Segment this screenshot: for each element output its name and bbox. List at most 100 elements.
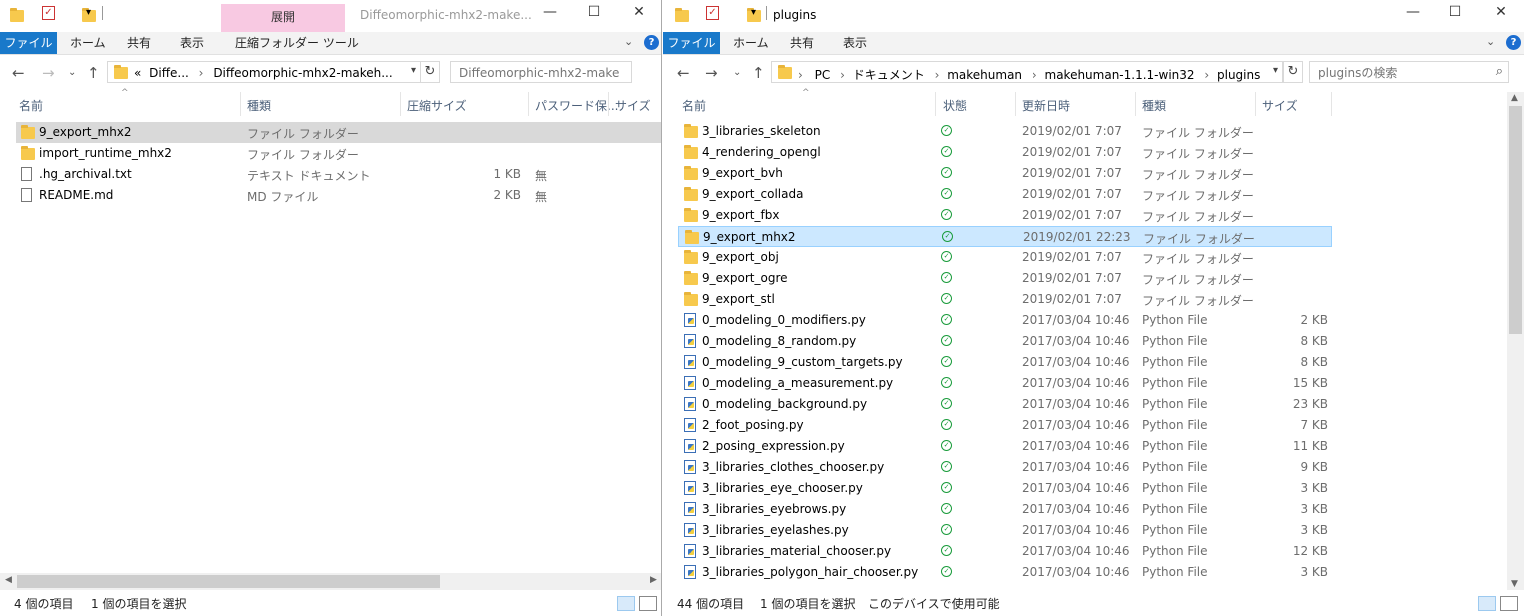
vertical-scrollbar[interactable]: ▲ ▼ [1507,92,1524,590]
list-item[interactable]: 0_modeling_a_measurement.py ✓ 2017/03/04 1… [678,373,1332,394]
breadcrumb-separator-icon[interactable]: › [935,68,940,82]
breadcrumb-separator-icon[interactable]: › [1204,68,1209,82]
minimize-button[interactable]: — [538,4,562,24]
breadcrumb-item[interactable]: ドキュメント [853,68,925,82]
column-divider[interactable] [1331,92,1332,116]
column-name[interactable]: 名前 [19,97,43,114]
column-divider[interactable] [935,92,936,116]
context-tab-extract[interactable]: 展開 [221,4,345,32]
close-button[interactable]: ✕ [627,4,651,24]
list-item[interactable]: 9_export_stl ✓ 2019/02/01 7:07 ファイル フォルダー [678,289,1332,310]
back-arrow-icon[interactable]: ← [12,64,25,82]
details-view-icon[interactable] [1478,596,1496,611]
list-item[interactable]: 3_libraries_clothes_chooser.py ✓ 2017/03/0… [678,457,1332,478]
column-type[interactable]: 種類 [247,97,271,114]
list-item[interactable]: import_runtime_mhx2 ファイル フォルダー [16,143,661,164]
tab-compressed-folder-tools[interactable]: 圧縮フォルダー ツール [235,32,359,54]
list-item[interactable]: 9_export_fbx ✓ 2019/02/01 7:07 ファイル フォルダー [678,205,1332,226]
tab-share[interactable]: 共有 [790,32,814,54]
properties-icon[interactable]: ✓ [42,6,55,20]
search-input[interactable] [1316,64,1480,82]
folder-icon[interactable] [10,8,24,22]
column-divider[interactable] [1255,92,1256,116]
address-bar[interactable]: › PC › ドキュメント › makehuman › makehuman-1.… [771,61,1283,83]
list-item[interactable]: 0_modeling_0_modifiers.py ✓ 2017/03/04 10:… [678,310,1332,331]
search-box[interactable]: ⌕ [1309,61,1509,83]
folder-icon[interactable] [675,8,689,22]
column-type[interactable]: 種類 [1142,97,1166,114]
list-item[interactable]: 3_libraries_eyelashes.py ✓ 2017/03/04 10:4… [678,520,1332,541]
forward-arrow-icon[interactable]: → [42,64,55,82]
chevron-down-icon[interactable]: ⌄ [624,35,633,48]
maximize-button[interactable]: ☐ [582,4,606,24]
breadcrumb-separator-icon[interactable]: › [199,66,204,80]
column-divider[interactable] [528,92,529,116]
minimize-button[interactable]: — [1401,4,1425,24]
breadcrumb-separator-icon[interactable]: › [1032,68,1037,82]
scroll-up-icon[interactable]: ▲ [1511,93,1518,103]
help-icon[interactable]: ? [644,35,659,50]
large-icons-view-icon[interactable] [1500,596,1518,611]
customize-toolbar-icon[interactable]: ▾ [86,7,91,18]
help-icon[interactable]: ? [1506,35,1521,50]
up-arrow-icon[interactable]: ↑ [87,64,100,82]
list-item[interactable]: 0_modeling_background.py ✓ 2017/03/04 10:4… [678,394,1332,415]
list-item[interactable]: 9_export_ogre ✓ 2019/02/01 7:07 ファイル フォルダー [678,268,1332,289]
column-divider[interactable] [1135,92,1136,116]
list-item[interactable]: 2_posing_expression.py ✓ 2017/03/04 10:46 P… [678,436,1332,457]
up-arrow-icon[interactable]: ↑ [752,64,765,82]
column-name[interactable]: 名前 [682,97,706,114]
breadcrumb-separator-icon[interactable]: › [840,68,845,82]
column-divider[interactable] [608,92,609,116]
tab-file[interactable]: ファイル [0,32,57,54]
scroll-right-icon[interactable]: ▶ [650,575,657,585]
maximize-button[interactable]: ☐ [1443,4,1467,24]
large-icons-view-icon[interactable] [639,596,657,611]
list-item[interactable]: 9_export_mhx2 ✓ 2019/02/01 22:23 ファイル フォルダー [678,226,1332,247]
details-view-icon[interactable] [617,596,635,611]
list-item[interactable]: 3_libraries_eyebrows.py ✓ 2017/03/04 10:46… [678,499,1332,520]
tab-view[interactable]: 表示 [180,32,204,54]
list-item[interactable]: 3_libraries_eye_chooser.py ✓ 2017/03/04 10… [678,478,1332,499]
list-item[interactable]: 2_foot_posing.py ✓ 2017/03/04 10:46 Python … [678,415,1332,436]
search-input[interactable] [457,64,621,82]
breadcrumb-separator-icon[interactable]: › [798,68,803,82]
list-item[interactable]: 3_libraries_polygon_hair_chooser.py ✓ 2017… [678,562,1332,583]
search-icon[interactable]: ⌕ [1496,64,1503,79]
list-item[interactable]: 4_rendering_opengl ✓ 2019/02/01 7:07 ファイル フ… [678,142,1332,163]
list-item[interactable]: 0_modeling_8_random.py ✓ 2017/03/04 10:46 P… [678,331,1332,352]
tab-file[interactable]: ファイル [663,32,720,54]
column-size[interactable]: サイズ [1262,97,1298,114]
recent-locations-icon[interactable]: ⌄ [68,67,76,78]
list-item[interactable]: README.md MD ファイル 2 KB 無 [16,185,661,206]
column-compressed-size[interactable]: 圧縮サイズ [407,97,467,114]
refresh-button[interactable]: ↻ [1283,61,1303,83]
list-item[interactable]: .hg_archival.txt テキスト ドキュメント 1 KB 無 [16,164,661,185]
list-item[interactable]: 3_libraries_skeleton ✓ 2019/02/01 7:07 ファイル… [678,121,1332,142]
column-password[interactable]: パスワード保... [535,97,618,114]
address-bar[interactable]: « Diffe... › Diffeomorphic-mhx2-makeh...… [107,61,421,83]
list-item[interactable]: 9_export_mhx2 ファイル フォルダー [16,122,661,143]
column-divider[interactable] [1015,92,1016,116]
list-item[interactable]: 9_export_obj ✓ 2019/02/01 7:07 ファイル フォルダー [678,247,1332,268]
customize-toolbar-icon[interactable]: ▾ [751,7,756,18]
breadcrumb-item[interactable]: makehuman-1.1.1-win32 [1045,68,1195,82]
scrollbar-thumb[interactable] [17,575,440,588]
recent-locations-icon[interactable]: ⌄ [733,67,741,78]
list-item[interactable]: 9_export_bvh ✓ 2019/02/01 7:07 ファイル フォルダー [678,163,1332,184]
back-arrow-icon[interactable]: ← [677,64,690,82]
horizontal-scrollbar[interactable]: ◀ ▶ [0,573,661,590]
breadcrumb-item[interactable]: PC [815,68,831,82]
properties-icon[interactable]: ✓ [706,6,719,20]
refresh-button[interactable]: ↻ [420,61,440,83]
breadcrumb-item[interactable]: plugins [1217,68,1260,82]
search-box[interactable] [450,61,632,83]
column-divider[interactable] [240,92,241,116]
breadcrumb-item[interactable]: Diffe... [149,66,189,80]
list-item[interactable]: 3_libraries_material_chooser.py ✓ 2017/03/… [678,541,1332,562]
scrollbar-thumb[interactable] [1509,106,1522,334]
forward-arrow-icon[interactable]: → [705,64,718,82]
column-status[interactable]: 状態 [943,97,967,114]
close-button[interactable]: ✕ [1489,4,1513,24]
scroll-left-icon[interactable]: ◀ [5,575,12,585]
